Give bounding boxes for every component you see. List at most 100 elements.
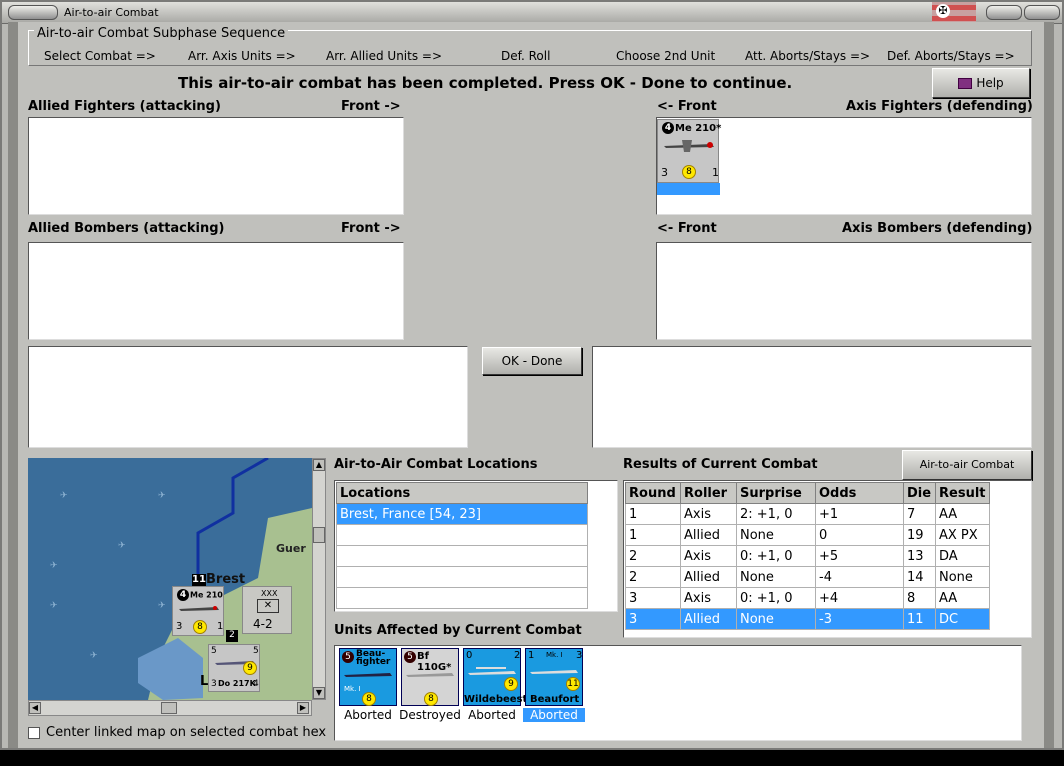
location-row[interactable] — [336, 545, 588, 567]
result-row[interactable]: 1 Allied None 0 19 AX PX — [625, 524, 990, 546]
system-menu-button[interactable] — [8, 5, 58, 20]
axis-notes-box[interactable] — [592, 346, 1032, 448]
map-terrain: ✈ ✈ ✈ ✈ ✈ ✈ ✈ — [50, 458, 312, 700]
allied-fighters-label: Allied Fighters (attacking) — [28, 99, 221, 114]
cell: DA — [935, 545, 990, 567]
step-select-combat: Select Combat => — [44, 49, 156, 63]
me210-aircraft-icon — [664, 140, 714, 152]
scroll-thumb[interactable] — [161, 702, 177, 714]
help-book-icon — [958, 78, 973, 89]
city-label-brest: Brest — [206, 572, 246, 587]
result-row[interactable]: 3 Allied None -3 11 DC — [625, 608, 990, 630]
svg-text:✈: ✈ — [50, 601, 58, 611]
result-row[interactable]: 3 Axis 0: +1, 0 +4 8 AA — [625, 587, 990, 609]
map-stack-me210[interactable]: 4 Me 210 3 8 1 — [172, 586, 224, 636]
axis-fighter-counter[interactable]: 4 Me 210* 3 8 1 — [657, 119, 722, 183]
cell: None — [736, 566, 816, 588]
corps-symbol-icon: ✕ — [257, 599, 279, 613]
window-title: Air-to-air Combat — [64, 6, 159, 19]
scroll-down-icon[interactable]: ▼ — [313, 687, 325, 699]
cell: AA — [935, 503, 990, 525]
locations-table: Locations Brest, France [54, 23] — [336, 482, 588, 609]
location-row[interactable]: Brest, France [54, 23] — [336, 503, 588, 525]
unit-beaufort[interactable]: 1 Mk. I 3 11 Beaufort — [525, 648, 583, 706]
beaufighter-aircraft-icon — [344, 673, 392, 677]
results-table: Round Roller Surprise Odds Die Result 1A… — [625, 482, 990, 630]
linked-map[interactable]: ✈ ✈ ✈ ✈ ✈ ✈ ✈ Guer 11 Brest 4 Me 210 3 8 1 XXX … — [28, 458, 312, 700]
center-map-checkbox[interactable] — [28, 727, 40, 739]
unit-mark: Mk. I — [546, 651, 563, 659]
axis-fighters-label: Axis Fighters (defending) — [846, 99, 1033, 114]
location-row[interactable] — [336, 587, 588, 609]
allied-notes-box[interactable] — [28, 346, 468, 448]
combat-chart-button[interactable]: Air-to-air Combat Chart — [902, 450, 1032, 499]
cell: 2: +1, 0 — [736, 503, 816, 525]
scroll-right-icon[interactable]: ▶ — [297, 702, 309, 714]
unit-name: 4 Me 210 — [177, 589, 223, 601]
location-cell — [336, 545, 588, 567]
cell: 0: +1, 0 — [736, 587, 816, 609]
unit-bf110g[interactable]: 5 Bf 110G* 8 — [401, 648, 459, 706]
unit-beaufighter[interactable]: 5 Beau-fighter Mk. I 8 — [339, 648, 397, 706]
result-row[interactable]: 2 Axis 0: +1, 0 +5 13 DA — [625, 545, 990, 567]
cell: Axis — [680, 587, 737, 609]
front-arrow-label: <- Front — [657, 99, 717, 114]
close-button[interactable] — [1024, 5, 1060, 20]
help-button[interactable]: Help — [932, 68, 1030, 98]
results-list[interactable]: Round Roller Surprise Odds Die Result 1A… — [623, 480, 1032, 638]
axis-bombers-box[interactable] — [656, 242, 1032, 340]
cell: 13 — [903, 545, 936, 567]
center-map-label: Center linked map on selected combat hex — [46, 725, 327, 740]
cell: 7 — [903, 503, 936, 525]
unit-move: 4 — [253, 679, 259, 689]
scroll-left-icon[interactable]: ◀ — [29, 702, 41, 714]
svg-text:✈: ✈ — [50, 561, 58, 571]
ok-done-button[interactable]: OK - Done — [482, 347, 582, 375]
allied-bombers-box[interactable] — [28, 242, 404, 340]
location-row[interactable] — [336, 524, 588, 546]
col-die: Die — [903, 482, 936, 504]
sequence-title: Air-to-air Combat Subphase Sequence — [34, 26, 289, 41]
axis-bombers-label: Axis Bombers (defending) — [842, 221, 1033, 236]
unit-range: 11 — [566, 677, 580, 691]
map-stack-do217[interactable]: 5 5 9 3 Do 217K 4 — [208, 644, 260, 692]
unit-name-text: Do 217K — [218, 679, 256, 688]
map-letter: L — [200, 674, 209, 689]
step-att-aborts: Att. Aborts/Stays => — [745, 49, 871, 63]
cell: None — [736, 524, 816, 546]
unit-move: 1 — [217, 621, 224, 632]
front-arrow-label: Front -> — [341, 99, 401, 114]
svg-text:✈: ✈ — [60, 491, 68, 501]
help-label: Help — [976, 76, 1004, 90]
unit-move: 1 — [712, 166, 719, 179]
col-round: Round — [625, 482, 681, 504]
scroll-up-icon[interactable]: ▲ — [313, 459, 325, 471]
cell: Allied — [680, 524, 737, 546]
col-odds: Odds — [815, 482, 904, 504]
front-arrow-label: Front -> — [341, 221, 401, 236]
cell: 3 — [625, 587, 681, 609]
cell: 11 — [903, 608, 936, 630]
unit-attack: 3 — [211, 679, 217, 689]
svg-text:✈: ✈ — [158, 601, 166, 611]
col-roller: Roller — [680, 482, 737, 504]
map-corps-counter[interactable]: XXX ✕ 4-2 — [242, 586, 292, 634]
minimize-button[interactable] — [986, 5, 1022, 20]
location-cell — [336, 524, 588, 546]
unit-name-text: Me 210* — [675, 123, 722, 134]
result-row[interactable]: 2 Allied None -4 14 None — [625, 566, 990, 588]
allied-fighters-box[interactable] — [28, 117, 404, 215]
unit-status: Aborted — [468, 708, 516, 722]
unit-wildebeest[interactable]: 0 2 9 Wildebeest — [463, 648, 527, 706]
result-row[interactable]: 1 Axis 2: +1, 0 +1 7 AA — [625, 503, 990, 525]
locations-list[interactable]: Locations Brest, France [54, 23] — [334, 480, 618, 612]
cell: 0 — [815, 524, 904, 546]
map-horizontal-scrollbar[interactable]: ◀ ▶ — [28, 700, 312, 716]
location-row[interactable] — [336, 566, 588, 588]
map-vertical-scrollbar[interactable]: ▲ ▼ — [312, 458, 326, 700]
locations-header: Locations — [336, 482, 588, 504]
unit-badge: 4 — [662, 122, 674, 134]
front-arrow-label: <- Front — [657, 221, 717, 236]
scroll-thumb[interactable] — [313, 527, 325, 543]
unit-range: 9 — [243, 661, 257, 675]
